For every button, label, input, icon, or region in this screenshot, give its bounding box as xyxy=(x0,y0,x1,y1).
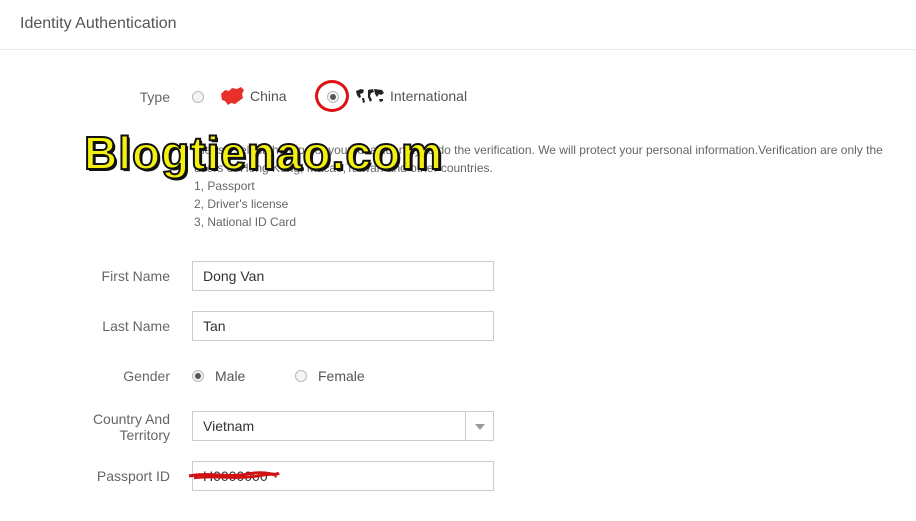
description-item-passport: 1, Passport xyxy=(194,179,255,193)
chevron-down-icon[interactable] xyxy=(465,412,493,440)
first-name-input[interactable]: Dong Van xyxy=(192,261,494,291)
world-map-icon xyxy=(356,89,384,103)
passport-id-label: Passport ID xyxy=(96,468,170,484)
gender-label: Gender xyxy=(123,368,170,384)
page-title: Identity Authentication xyxy=(20,15,177,32)
annotation-circle xyxy=(315,80,349,112)
page-header: Identity Authentication xyxy=(0,0,916,50)
last-name-input[interactable]: Tan xyxy=(192,311,494,341)
type-china-label[interactable]: China xyxy=(250,88,287,104)
country-label-line-1: Country And xyxy=(92,411,170,427)
last-name-label: Last Name xyxy=(102,318,170,334)
first-name-label: First Name xyxy=(101,268,170,284)
gender-male-label[interactable]: Male xyxy=(215,368,245,384)
country-label: Country And Territory xyxy=(60,411,170,443)
description-item-national-id: 3, National ID Card xyxy=(194,215,297,229)
description-item-drivers-license: 2, Driver's license xyxy=(194,197,289,211)
gender-female-radio[interactable] xyxy=(295,370,307,382)
type-label: Type xyxy=(139,89,170,105)
redaction-scribble xyxy=(188,471,280,480)
country-value: Vietnam xyxy=(203,418,255,434)
gender-male-radio[interactable] xyxy=(192,370,204,382)
china-map-icon xyxy=(221,87,244,105)
country-label-line-2: Territory xyxy=(119,427,170,443)
watermark-text: Blogtienao.com xyxy=(83,126,444,180)
first-name-value: Dong Van xyxy=(203,268,265,284)
gender-female-label[interactable]: Female xyxy=(318,368,365,384)
country-select[interactable]: Vietnam xyxy=(192,411,494,441)
type-international-label[interactable]: International xyxy=(390,88,467,104)
type-china-radio[interactable] xyxy=(192,91,204,103)
last-name-value: Tan xyxy=(203,318,226,334)
